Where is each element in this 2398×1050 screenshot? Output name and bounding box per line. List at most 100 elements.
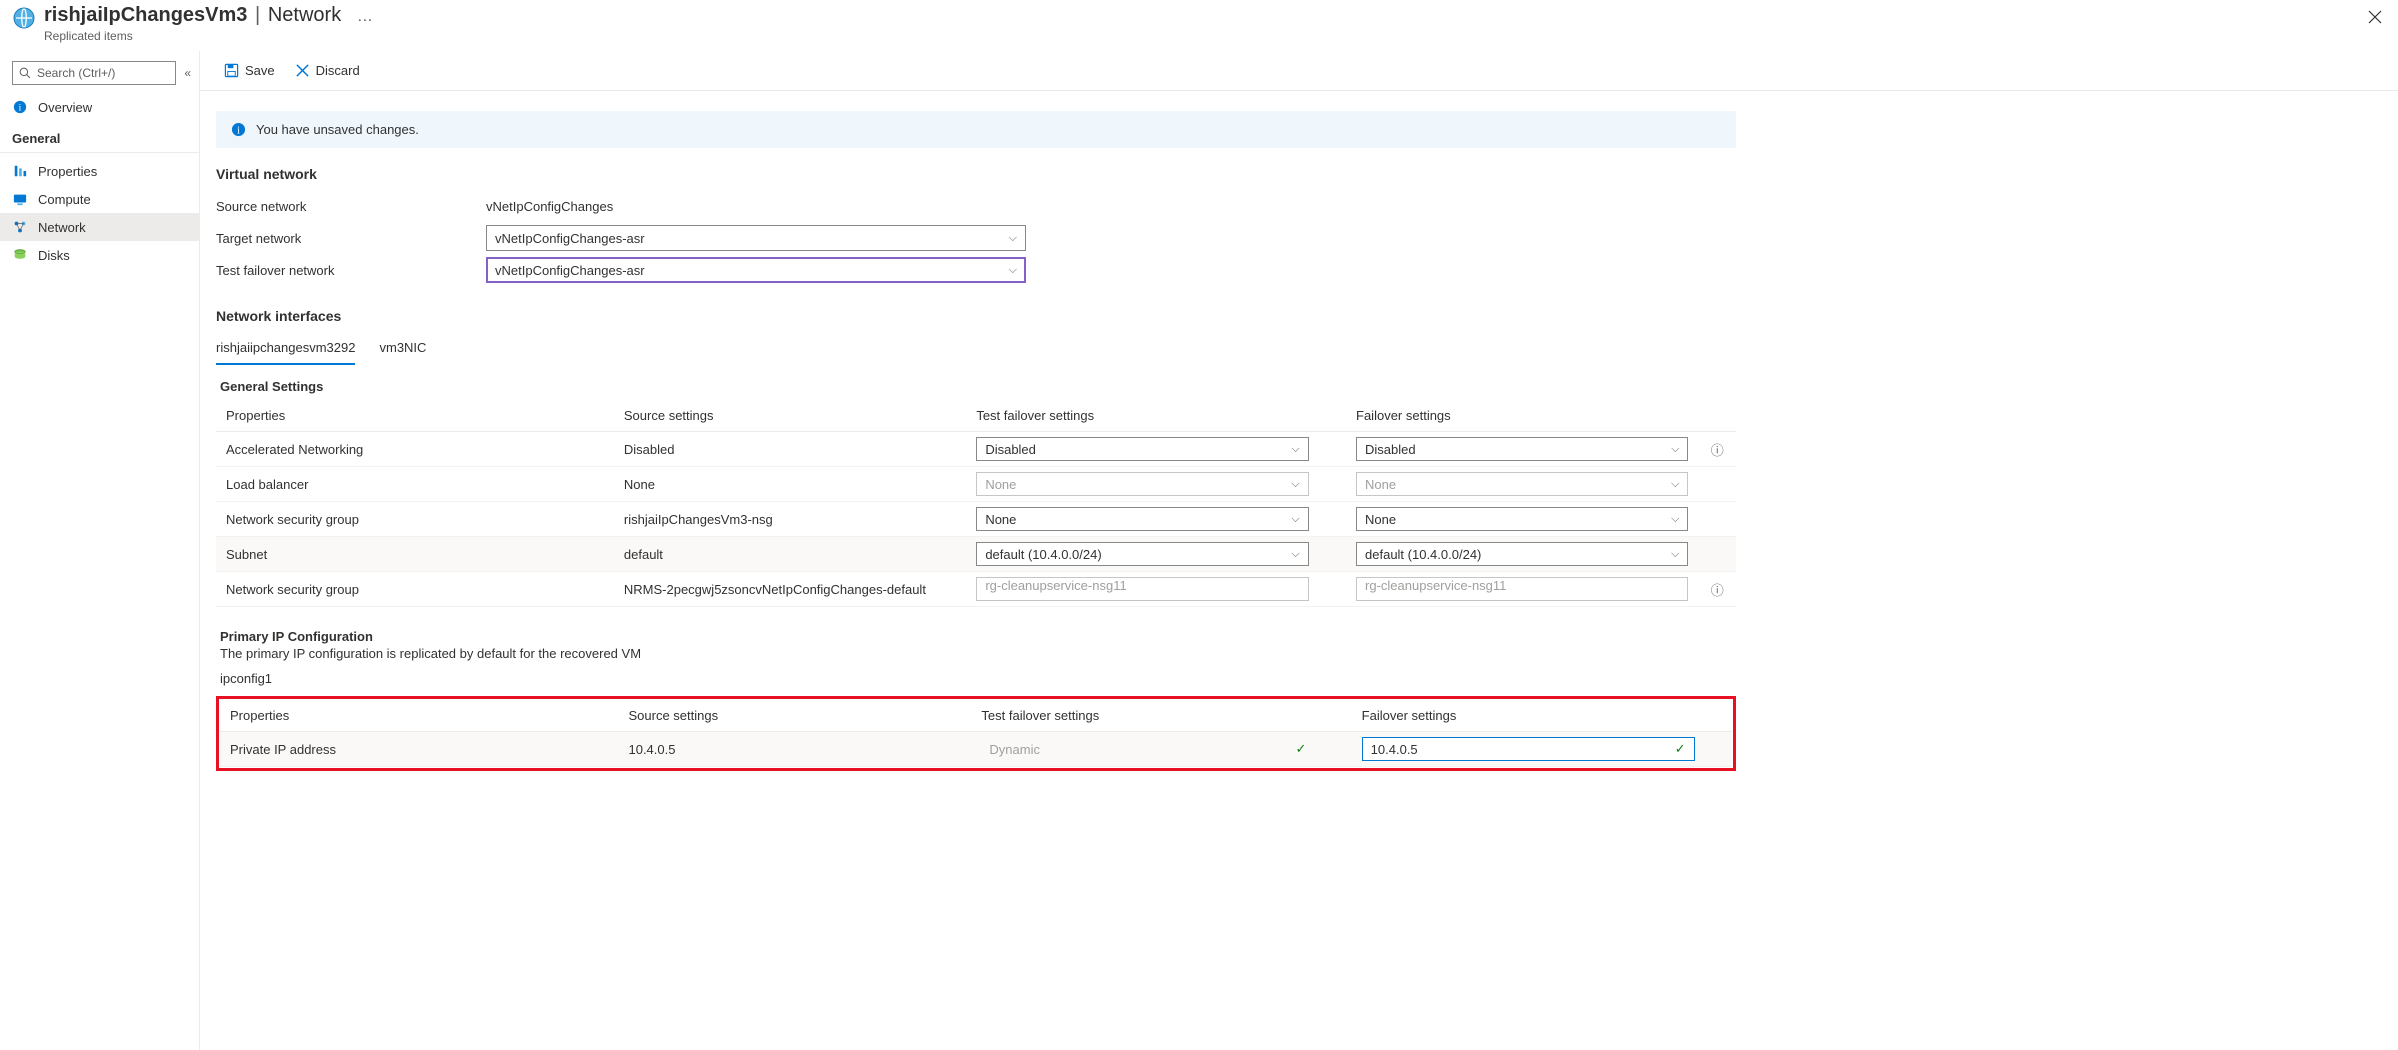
col-fo: Failover settings [1346, 400, 1698, 432]
chevron-down-icon: ⌵ [1291, 478, 1299, 491]
banner-text: You have unsaved changes. [256, 122, 419, 137]
cell-prop: Network security group [216, 502, 614, 537]
cell-src: Disabled [614, 432, 966, 467]
ipconfig-name: ipconfig1 [220, 671, 1736, 686]
input-private-ip-fo[interactable]: 10.4.0.5 ✓ [1362, 737, 1695, 761]
nic-tabs: rishjaiipchangesvm3292 vm3NIC [216, 334, 1736, 365]
chevron-down-icon: ⌵ [1671, 548, 1679, 561]
dropdown-nsg-fo[interactable]: None⌵ [1356, 507, 1688, 531]
label-target-network: Target network [216, 231, 486, 246]
dropdown-lb-fo: None⌵ [1356, 472, 1688, 496]
input-private-ip-tfo[interactable]: Dynamic ✓ [981, 737, 1314, 761]
cell-src: NRMS-2pecgwj5zsoncvNetIpConfigChanges-de… [614, 572, 966, 607]
dropdown-subnet-tfo[interactable]: default (10.4.0.0/24)⌵ [976, 542, 1308, 566]
col-properties: Properties [216, 400, 614, 432]
chevron-down-icon: ⌵ [1291, 513, 1299, 526]
section-title-nics: Network interfaces [216, 308, 1736, 324]
main-content: Save Discard i You have unsaved changes.… [200, 51, 2398, 1050]
col-source: Source settings [614, 400, 966, 432]
table-row: Network security group rishjaiIpChangesV… [216, 502, 1736, 537]
discard-icon [295, 63, 310, 78]
dropdown-accel-fo[interactable]: Disabled⌵ [1356, 437, 1688, 461]
textbox-snsg-tfo: rg-cleanupservice-nsg11 [976, 577, 1308, 601]
toolbar: Save Discard [200, 51, 2398, 91]
sidebar-item-properties[interactable]: Properties [0, 157, 199, 185]
page-section: Network [268, 4, 341, 26]
sidebar-item-overview[interactable]: i Overview [0, 93, 199, 121]
table-row: Accelerated Networking Disabled Disabled… [216, 432, 1736, 467]
search-input[interactable]: Search (Ctrl+/) [12, 61, 176, 85]
primary-ip-table: Properties Source settings Test failover… [220, 700, 1732, 767]
svg-text:i: i [237, 125, 240, 136]
disks-icon [12, 247, 28, 263]
cell-prop: Private IP address [220, 732, 618, 767]
save-label: Save [245, 63, 275, 78]
info-icon: i [12, 99, 28, 115]
sidebar-item-disks[interactable]: Disks [0, 241, 199, 269]
close-icon[interactable] [2364, 4, 2386, 33]
dropdown-value: vNetIpConfigChanges-asr [495, 263, 645, 278]
unsaved-changes-banner: i You have unsaved changes. [216, 111, 1736, 148]
section-title-vnet: Virtual network [216, 166, 1736, 182]
dropdown-accel-tfo[interactable]: Disabled⌵ [976, 437, 1308, 461]
label-source-network: Source network [216, 199, 486, 214]
sidebar-label: Disks [38, 248, 70, 263]
sidebar-label: Properties [38, 164, 97, 179]
info-icon[interactable]: ⓘ [1698, 572, 1736, 607]
dropdown-lb-tfo: None⌵ [976, 472, 1308, 496]
dropdown-target-network[interactable]: vNetIpConfigChanges-asr ⌵ [486, 225, 1026, 251]
sidebar-item-network[interactable]: Network [0, 213, 199, 241]
dropdown-nsg-tfo[interactable]: None⌵ [976, 507, 1308, 531]
more-menu-icon[interactable]: … [345, 8, 373, 25]
table-row: Private IP address 10.4.0.5 Dynamic ✓ [220, 732, 1732, 767]
save-button[interactable]: Save [216, 59, 283, 82]
page-title: rishjaiIpChangesVm3 [44, 4, 247, 26]
cell-src: rishjaiIpChangesVm3-nsg [614, 502, 966, 537]
sidebar: Search (Ctrl+/) « i Overview General Pro… [0, 51, 200, 1050]
cell-prop: Load balancer [216, 467, 614, 502]
table-row: Subnet default default (10.4.0.0/24)⌵ de… [216, 537, 1736, 572]
chevron-down-icon: ⌵ [1009, 264, 1017, 277]
primary-desc: The primary IP configuration is replicat… [220, 646, 1736, 661]
col-tfo: Test failover settings [971, 700, 1324, 732]
col-fo: Failover settings [1352, 700, 1705, 732]
chevron-down-icon: ⌵ [1291, 548, 1299, 561]
check-icon: ✓ [1295, 741, 1306, 757]
collapse-sidebar-icon[interactable]: « [184, 66, 191, 80]
sidebar-item-compute[interactable]: Compute [0, 185, 199, 213]
dropdown-tfo-network[interactable]: vNetIpConfigChanges-asr ⌵ [486, 257, 1026, 283]
tab-nic-1[interactable]: vm3NIC [379, 334, 426, 365]
breadcrumb: Replicated items [44, 29, 373, 43]
general-settings-table: Properties Source settings Test failover… [216, 400, 1736, 607]
info-icon[interactable]: ⓘ [1698, 432, 1736, 467]
section-title-primary: Primary IP Configuration [220, 629, 1736, 644]
chevron-down-icon: ⌵ [1291, 443, 1299, 456]
discard-button[interactable]: Discard [287, 59, 368, 82]
textbox-snsg-fo: rg-cleanupservice-nsg11 [1356, 577, 1688, 601]
dropdown-subnet-fo[interactable]: default (10.4.0.0/24)⌵ [1356, 542, 1688, 566]
sidebar-label: Compute [38, 192, 91, 207]
table-row: Load balancer None None⌵ None⌵ [216, 467, 1736, 502]
discard-label: Discard [316, 63, 360, 78]
section-title-general: General Settings [220, 379, 1736, 394]
value-source-network: vNetIpConfigChanges [486, 199, 613, 214]
cell-prop: Network security group [216, 572, 614, 607]
properties-icon [12, 163, 28, 179]
tab-nic-0[interactable]: rishjaiipchangesvm3292 [216, 334, 355, 365]
search-placeholder: Search (Ctrl+/) [37, 66, 115, 80]
info-icon: i [231, 122, 246, 137]
save-icon [224, 63, 239, 78]
chevron-down-icon: ⌵ [1671, 443, 1679, 456]
check-icon: ✓ [1675, 741, 1686, 757]
dropdown-value: vNetIpConfigChanges-asr [495, 231, 645, 246]
highlighted-row: Properties Source settings Test failover… [216, 696, 1736, 771]
col-properties: Properties [220, 700, 618, 732]
sidebar-group-general: General [0, 121, 199, 153]
page-header: rishjaiIpChangesVm3 | Network … Replicat… [0, 0, 2398, 51]
chevron-down-icon: ⌵ [1671, 513, 1679, 526]
cell-src: default [614, 537, 966, 572]
col-tfo: Test failover settings [966, 400, 1318, 432]
network-icon [12, 219, 28, 235]
col-source: Source settings [618, 700, 971, 732]
sidebar-label: Network [38, 220, 86, 235]
